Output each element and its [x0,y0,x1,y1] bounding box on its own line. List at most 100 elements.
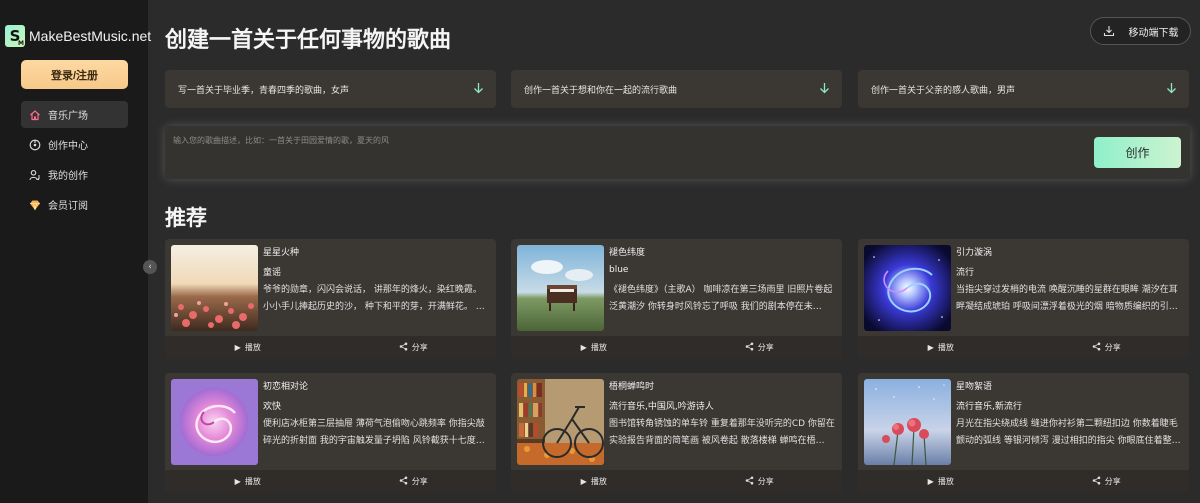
home-icon [29,109,41,121]
logo[interactable]: S M MakeBestMusic.net [5,25,151,47]
song-card-actions: ▶ 播放 分享 [511,470,842,493]
song-cover-image[interactable] [864,245,951,331]
share-label: 分享 [1104,343,1121,352]
sidebar-collapse-button[interactable]: ‹ [143,260,157,274]
song-card[interactable]: 梧桐蝉鸣时 流行音乐,中国风,吟游诗人 图书馆转角锈蚀的单车铃 重复着那年没听完… [511,373,842,493]
play-button[interactable]: ▶ 播放 [511,470,677,493]
song-prompt-box: 创作 [165,126,1190,179]
song-lyrics-preview: 图书馆转角锈蚀的单车铃 重复着那年没听完的CD 你留在实验报告背面的简笔画 被风… [609,419,835,446]
suggestion-card[interactable]: 写一首关于毕业季，青春四季的歌曲，女声 [165,70,496,108]
song-title[interactable]: 星星火种 [263,245,299,258]
share-icon [1092,342,1101,353]
song-cover-image[interactable] [517,379,604,465]
song-description-input[interactable] [173,132,1073,148]
play-label: 播放 [937,343,954,352]
song-card-actions: ▶ 播放 分享 [858,470,1189,493]
song-card[interactable]: 引力漩涡 流行 当指尖穿过发梢的电流 唤醒沉睡的星群在眼眸 潮汐在耳畔凝结成琥珀… [858,239,1189,359]
song-genre: 流行音乐,中国风,吟游诗人 [609,402,714,412]
arrow-down-icon [473,82,484,97]
song-card[interactable]: 褪色纬度 blue 《褪色纬度》（主歌A） 咖啡凉在第三场雨里 旧照片卷起泛黄潮… [511,239,842,359]
user-music-icon [29,169,41,181]
sidebar-item-my-creations[interactable]: 我的创作 [21,161,128,188]
play-label: 播放 [590,343,607,352]
share-icon [399,476,408,487]
download-label: 移动端下载 [1128,27,1179,39]
play-icon: ▶ [580,343,587,352]
sidebar: S M MakeBestMusic.net 登录/注册 音乐广场 创作中心 我的… [0,0,151,503]
suggestion-text: 创作一首关于想和你在一起的流行歌曲 [524,85,678,96]
share-button[interactable]: 分享 [331,336,497,359]
song-cover-image[interactable] [171,379,258,465]
share-label: 分享 [1104,477,1121,486]
song-card-actions: ▶ 播放 分享 [165,470,496,493]
song-card[interactable]: 星吻絮语 流行音乐,新流行 月光在指尖绕成线 缝进你衬衫第二颗纽扣边 你数着睫毛… [858,373,1189,493]
suggestion-card[interactable]: 创作一首关于想和你在一起的流行歌曲 [511,70,842,108]
song-cover-image[interactable] [864,379,951,465]
share-label: 分享 [411,477,428,486]
song-lyrics-preview: 月光在指尖绕成线 缝进你衬衫第二颗纽扣边 你数着睫毛颤动的弧线 等银河倾泻 漫过… [956,419,1181,446]
song-genre: 流行音乐,新流行 [956,402,1022,412]
sidebar-item-label: 会员订阅 [48,201,88,212]
share-icon [399,342,408,353]
brand-name: MakeBestMusic.net [29,28,152,44]
song-cover-image[interactable] [171,245,258,331]
mobile-download-button[interactable]: 移动端下载 [1090,17,1191,45]
song-title[interactable]: 引力漩涡 [956,245,992,258]
play-button[interactable]: ▶ 播放 [858,336,1024,359]
song-card-actions: ▶ 播放 分享 [165,336,496,359]
share-button[interactable]: 分享 [1024,470,1190,493]
sidebar-item-label: 音乐广场 [48,111,88,122]
song-card[interactable]: 初恋相对论 欢快 便利店冰柜第三层抽屉 薄荷气泡偷吻心跳频率 你指尖敲碎光的折射… [165,373,496,493]
share-icon [1092,476,1101,487]
song-card[interactable]: 星星火种 童谣 爷爷的勋章，闪闪会说话， 讲那年的烽火，染红晚霞。 小小手儿捧起… [165,239,496,359]
share-button[interactable]: 分享 [677,336,843,359]
song-genre: 流行 [956,268,975,278]
share-button[interactable]: 分享 [1024,336,1190,359]
share-button[interactable]: 分享 [677,470,843,493]
play-button[interactable]: ▶ 播放 [165,470,331,493]
play-icon: ▶ [927,477,934,486]
logo-badge-sub: M [18,40,24,47]
play-button[interactable]: ▶ 播放 [511,336,677,359]
play-icon: ▶ [580,477,587,486]
sidebar-nav: 音乐广场 创作中心 我的创作 会员订阅 [21,101,128,221]
song-genre: 童谣 [263,268,282,278]
song-genre: blue [609,265,629,275]
sidebar-item-create-center[interactable]: 创作中心 [21,131,128,158]
arrow-down-icon [819,82,830,97]
song-lyrics-preview: 当指尖穿过发梢的电流 唤醒沉睡的星群在眼眸 潮汐在耳畔凝结成琥珀 呼吸间漂浮着极… [956,285,1178,312]
page-title: 创建一首关于任何事物的歌曲 [165,28,452,53]
arrow-down-icon [1166,82,1177,97]
play-label: 播放 [244,477,261,486]
music-disc-icon [29,139,41,151]
song-genre: 欢快 [263,402,282,412]
play-label: 播放 [244,343,261,352]
share-button[interactable]: 分享 [331,470,497,493]
song-title[interactable]: 初恋相对论 [263,379,308,392]
song-title[interactable]: 梧桐蝉鸣时 [609,379,654,392]
chevron-left-icon: ‹ [148,262,152,272]
logo-badge-icon: S M [5,25,25,47]
download-icon [1103,26,1114,37]
song-cover-image[interactable] [517,245,604,331]
song-lyrics-preview: 《褪色纬度》（主歌A） 咖啡凉在第三场雨里 旧照片卷起泛黄潮汐 你转身时风铃忘了… [609,285,833,312]
song-title[interactable]: 褪色纬度 [609,245,645,258]
share-label: 分享 [757,343,774,352]
suggestion-text: 写一首关于毕业季，青春四季的歌曲，女声 [178,85,350,96]
share-label: 分享 [757,477,774,486]
suggestion-text: 创作一首关于父亲的感人歌曲，男声 [871,85,1016,96]
login-register-button[interactable]: 登录/注册 [21,60,128,89]
play-label: 播放 [937,477,954,486]
play-button[interactable]: ▶ 播放 [858,470,1024,493]
share-label: 分享 [411,343,428,352]
song-card-actions: ▶ 播放 分享 [511,336,842,359]
song-lyrics-preview: 爷爷的勋章，闪闪会说话， 讲那年的烽火，染红晚霞。 小小手儿捧起历史的沙， 种下… [263,285,485,312]
song-title[interactable]: 星吻絮语 [956,379,992,392]
suggestion-card[interactable]: 创作一首关于父亲的感人歌曲，男声 [858,70,1189,108]
play-icon: ▶ [927,343,934,352]
sidebar-item-membership[interactable]: 会员订阅 [21,191,128,218]
sidebar-item-label: 我的创作 [48,171,88,182]
play-button[interactable]: ▶ 播放 [165,336,331,359]
create-button[interactable]: 创作 [1094,137,1181,168]
sidebar-item-music-plaza[interactable]: 音乐广场 [21,101,128,128]
